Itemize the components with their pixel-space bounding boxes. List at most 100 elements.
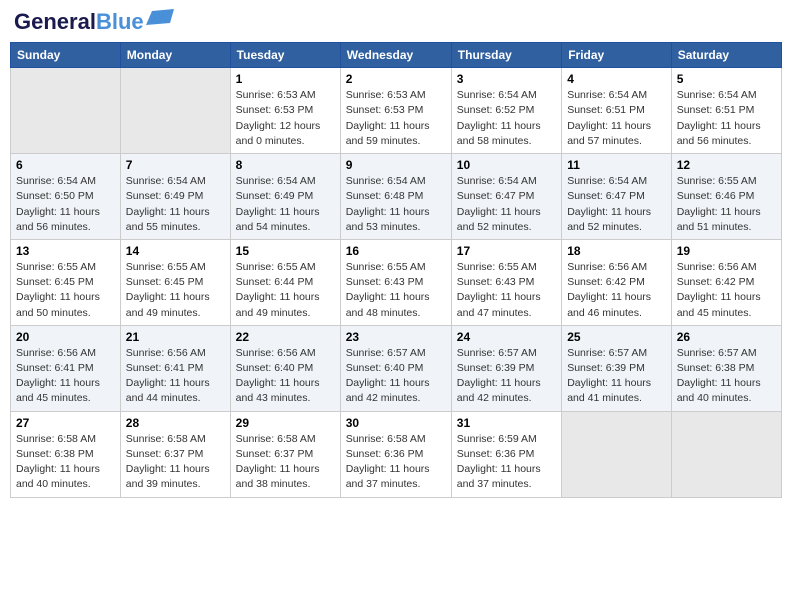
day-header-tuesday: Tuesday [230,43,340,68]
day-number: 12 [677,158,776,172]
day-number: 3 [457,72,556,86]
calendar-week-row: 13 Sunrise: 6:55 AM Sunset: 6:45 PM Dayli… [11,239,782,325]
day-info: Sunrise: 6:57 AM Sunset: 6:40 PM Dayligh… [346,346,446,407]
calendar-week-row: 27 Sunrise: 6:58 AM Sunset: 6:38 PM Dayli… [11,411,782,497]
calendar-cell: 9Sunrise: 6:54 AM Sunset: 6:48 PM Daylig… [340,154,451,240]
day-number: 1 [236,72,335,86]
day-info: Sunrise: 6:57 AM Sunset: 6:38 PM Dayligh… [677,346,776,407]
day-info: Sunrise: 6:57 AM Sunset: 6:39 PM Dayligh… [567,346,666,407]
calendar-cell [11,68,121,154]
day-info: Sunrise: 6:58 AM Sunset: 6:36 PM Dayligh… [346,432,446,493]
calendar-cell: 18 Sunrise: 6:56 AM Sunset: 6:42 PM Dayli… [562,239,672,325]
day-info: Sunrise: 6:55 AM Sunset: 6:43 PM Dayligh… [457,260,556,321]
day-info: Sunrise: 6:54 AM Sunset: 6:49 PM Dayligh… [236,174,335,235]
day-number: 17 [457,244,556,258]
calendar-week-row: 6 Sunrise: 6:54 AM Sunset: 6:50 PM Daylig… [11,154,782,240]
calendar-cell: 28 Sunrise: 6:58 AM Sunset: 6:37 PM Dayli… [120,411,230,497]
calendar-cell: 24 Sunrise: 6:57 AM Sunset: 6:39 PM Dayli… [451,325,561,411]
day-number: 10 [457,158,556,172]
day-number: 7 [126,158,225,172]
day-number: 26 [677,330,776,344]
day-info: Sunrise: 6:53 AM Sunset: 6:53 PM Dayligh… [346,88,446,149]
calendar-cell: 26 Sunrise: 6:57 AM Sunset: 6:38 PM Dayli… [671,325,781,411]
day-info: Sunrise: 6:58 AM Sunset: 6:38 PM Dayligh… [16,432,115,493]
day-number: 8 [236,158,335,172]
day-info: Sunrise: 6:54 AM Sunset: 6:47 PM Dayligh… [457,174,556,235]
calendar-table: SundayMondayTuesdayWednesdayThursdayFrid… [10,42,782,497]
calendar-cell [671,411,781,497]
calendar-header-row: SundayMondayTuesdayWednesdayThursdayFrid… [11,43,782,68]
calendar-cell: 27 Sunrise: 6:58 AM Sunset: 6:38 PM Dayli… [11,411,121,497]
calendar-cell: 25 Sunrise: 6:57 AM Sunset: 6:39 PM Dayli… [562,325,672,411]
day-header-wednesday: Wednesday [340,43,451,68]
day-number: 18 [567,244,666,258]
calendar-cell: 20 Sunrise: 6:56 AM Sunset: 6:41 PM Dayli… [11,325,121,411]
day-info: Sunrise: 6:53 AM Sunset: 6:53 PM Dayligh… [236,88,335,149]
day-number: 16 [346,244,446,258]
day-info: Sunrise: 6:55 AM Sunset: 6:45 PM Dayligh… [16,260,115,321]
day-header-sunday: Sunday [11,43,121,68]
day-number: 21 [126,330,225,344]
day-info: Sunrise: 6:54 AM Sunset: 6:49 PM Dayligh… [126,174,225,235]
calendar-cell: 2 Sunrise: 6:53 AM Sunset: 6:53 PM Daylig… [340,68,451,154]
day-number: 22 [236,330,335,344]
day-info: Sunrise: 6:55 AM Sunset: 6:43 PM Dayligh… [346,260,446,321]
day-info: Sunrise: 6:56 AM Sunset: 6:41 PM Dayligh… [16,346,115,407]
calendar-cell: 7 Sunrise: 6:54 AM Sunset: 6:49 PM Daylig… [120,154,230,240]
calendar-cell: 11Sunrise: 6:54 AM Sunset: 6:47 PM Dayli… [562,154,672,240]
calendar-cell: 30 Sunrise: 6:58 AM Sunset: 6:36 PM Dayli… [340,411,451,497]
calendar-cell: 6 Sunrise: 6:54 AM Sunset: 6:50 PM Daylig… [11,154,121,240]
day-info: Sunrise: 6:55 AM Sunset: 6:45 PM Dayligh… [126,260,225,321]
logo-text: GeneralBlue [14,10,144,34]
logo-wing-icon [146,9,174,31]
day-number: 4 [567,72,666,86]
day-number: 27 [16,416,115,430]
calendar-cell: 23 Sunrise: 6:57 AM Sunset: 6:40 PM Dayli… [340,325,451,411]
day-info: Sunrise: 6:58 AM Sunset: 6:37 PM Dayligh… [126,432,225,493]
calendar-cell: 5Sunrise: 6:54 AM Sunset: 6:51 PM Daylig… [671,68,781,154]
day-header-thursday: Thursday [451,43,561,68]
day-number: 11 [567,158,666,172]
day-info: Sunrise: 6:56 AM Sunset: 6:40 PM Dayligh… [236,346,335,407]
calendar-cell: 16 Sunrise: 6:55 AM Sunset: 6:43 PM Dayli… [340,239,451,325]
day-number: 29 [236,416,335,430]
calendar-cell: 29 Sunrise: 6:58 AM Sunset: 6:37 PM Dayli… [230,411,340,497]
day-number: 28 [126,416,225,430]
logo: GeneralBlue [14,10,174,34]
day-number: 30 [346,416,446,430]
day-number: 24 [457,330,556,344]
day-number: 6 [16,158,115,172]
day-number: 14 [126,244,225,258]
day-number: 31 [457,416,556,430]
calendar-cell [562,411,672,497]
day-info: Sunrise: 6:58 AM Sunset: 6:37 PM Dayligh… [236,432,335,493]
day-number: 2 [346,72,446,86]
calendar-cell: 12Sunrise: 6:55 AM Sunset: 6:46 PM Dayli… [671,154,781,240]
calendar-cell: 13 Sunrise: 6:55 AM Sunset: 6:45 PM Dayli… [11,239,121,325]
calendar-cell: 31 Sunrise: 6:59 AM Sunset: 6:36 PM Dayli… [451,411,561,497]
calendar-cell: 10 Sunrise: 6:54 AM Sunset: 6:47 PM Dayli… [451,154,561,240]
calendar-cell: 22 Sunrise: 6:56 AM Sunset: 6:40 PM Dayli… [230,325,340,411]
day-info: Sunrise: 6:54 AM Sunset: 6:52 PM Dayligh… [457,88,556,149]
day-number: 5 [677,72,776,86]
calendar-cell: 3 Sunrise: 6:54 AM Sunset: 6:52 PM Daylig… [451,68,561,154]
day-info: Sunrise: 6:56 AM Sunset: 6:42 PM Dayligh… [677,260,776,321]
calendar-cell: 4Sunrise: 6:54 AM Sunset: 6:51 PM Daylig… [562,68,672,154]
day-number: 23 [346,330,446,344]
calendar-cell: 8 Sunrise: 6:54 AM Sunset: 6:49 PM Daylig… [230,154,340,240]
day-number: 20 [16,330,115,344]
calendar-week-row: 1 Sunrise: 6:53 AM Sunset: 6:53 PM Daylig… [11,68,782,154]
calendar-cell: 15Sunrise: 6:55 AM Sunset: 6:44 PM Dayli… [230,239,340,325]
calendar-cell: 1 Sunrise: 6:53 AM Sunset: 6:53 PM Daylig… [230,68,340,154]
day-header-saturday: Saturday [671,43,781,68]
day-number: 13 [16,244,115,258]
day-info: Sunrise: 6:57 AM Sunset: 6:39 PM Dayligh… [457,346,556,407]
day-info: Sunrise: 6:55 AM Sunset: 6:44 PM Dayligh… [236,260,335,321]
day-info: Sunrise: 6:56 AM Sunset: 6:42 PM Dayligh… [567,260,666,321]
day-info: Sunrise: 6:54 AM Sunset: 6:50 PM Dayligh… [16,174,115,235]
day-info: Sunrise: 6:59 AM Sunset: 6:36 PM Dayligh… [457,432,556,493]
calendar-cell [120,68,230,154]
day-number: 25 [567,330,666,344]
day-header-friday: Friday [562,43,672,68]
calendar-cell: 21Sunrise: 6:56 AM Sunset: 6:41 PM Dayli… [120,325,230,411]
